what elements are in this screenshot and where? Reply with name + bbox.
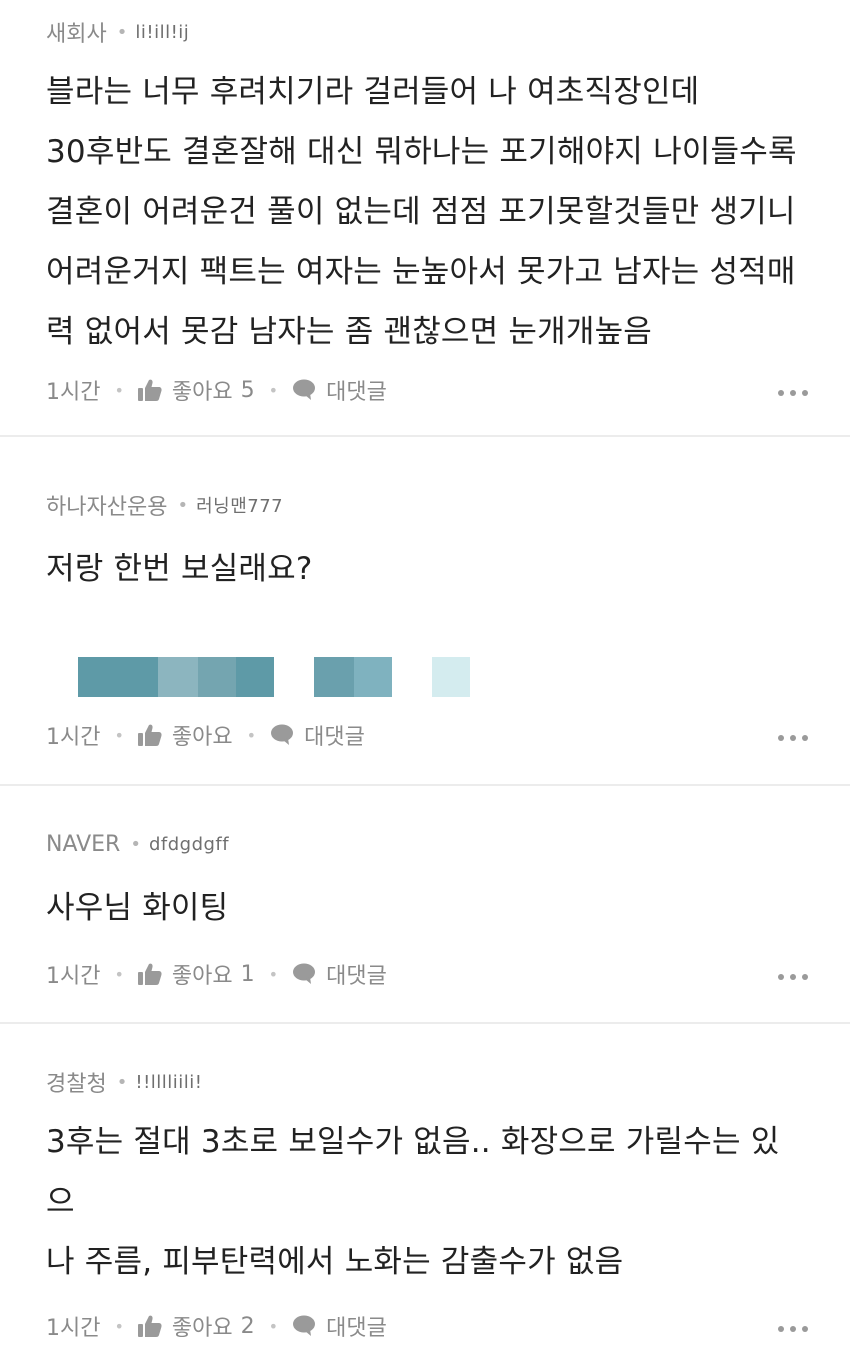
- comment-body: 사우님 화이팅: [46, 878, 808, 938]
- separator-dot: •: [114, 380, 124, 400]
- separator-dot: •: [246, 725, 257, 745]
- reply-button[interactable]: 대댓글: [292, 374, 387, 406]
- speech-bubble-icon: [293, 1315, 316, 1336]
- thumbs-up-icon: [137, 724, 162, 746]
- thumbs-up-icon: [137, 379, 162, 401]
- comment-item: 새회사 • li!ill!ij 블라는 너무 후려치기라 걸러들어 나 여초직장…: [0, 0, 850, 437]
- separator-dot: •: [116, 21, 128, 43]
- comment-meta: 하나자산운용 • 러닝맨777: [46, 487, 808, 523]
- like-button[interactable]: 좋아요 5: [137, 374, 255, 406]
- reply-button[interactable]: 대댓글: [292, 1310, 387, 1342]
- nickname[interactable]: !!lllliili!: [135, 1072, 202, 1093]
- separator-dot: •: [268, 964, 279, 984]
- comment-body: 블라는 너무 후려치기라 걸러들어 나 여초직장인데 30후반도 결혼잘해 대신…: [46, 62, 808, 362]
- reply-label: 대댓글: [326, 964, 387, 989]
- more-horizontal-icon[interactable]: [778, 1326, 808, 1332]
- comment-line: 블라는 너무 후려치기라 걸러들어 나 여초직장인데: [46, 74, 700, 110]
- comment-line: 결혼이 어려운건 풀이 없는데 점점 포기못할것들만 생기니: [46, 194, 796, 230]
- timestamp: 1시간: [46, 1316, 101, 1341]
- speech-bubble-icon: [293, 379, 316, 400]
- comment-line: 력 없어서 못감 남자는 좀 괜찮으면 눈개개높음: [46, 314, 653, 350]
- like-label: 좋아요: [171, 964, 233, 989]
- more-horizontal-icon[interactable]: [778, 390, 808, 396]
- reply-label: 대댓글: [304, 725, 365, 750]
- comment-line: 나 주름, 피부탄력에서 노화는 감출수가 없음: [46, 1244, 624, 1280]
- separator-dot: •: [177, 494, 189, 516]
- thumbs-up-icon: [137, 1315, 162, 1337]
- separator-dot: •: [116, 1071, 128, 1093]
- like-button[interactable]: 좋아요: [137, 719, 233, 751]
- company-name[interactable]: NAVER: [46, 832, 120, 857]
- separator-dot: •: [114, 1316, 124, 1336]
- company-name[interactable]: 경찰청: [46, 1066, 107, 1098]
- like-count: 5: [240, 377, 255, 403]
- reply-button[interactable]: 대댓글: [292, 958, 387, 990]
- comment-line: 3후는 절대 3초로 보일수가 없음.. 화장으로 가릴수는 있으: [46, 1124, 780, 1220]
- reply-label: 대댓글: [326, 380, 387, 405]
- separator-dot: •: [268, 380, 279, 400]
- company-name[interactable]: 하나자산운용: [46, 489, 167, 521]
- separator-dot: •: [114, 964, 124, 984]
- comment-line: 30후반도 결혼잘해 대신 뭐하나는 포기해야지 나이들수록: [46, 134, 797, 170]
- reply-label: 대댓글: [326, 1316, 387, 1341]
- like-count: 2: [240, 1313, 255, 1339]
- comment-item: 경찰청 • !!lllliili! 3후는 절대 3초로 보일수가 없음.. 화…: [0, 1024, 850, 1341]
- company-name[interactable]: 새회사: [46, 16, 107, 48]
- like-button[interactable]: 좋아요 1: [137, 958, 255, 990]
- speech-bubble-icon: [293, 963, 316, 984]
- speech-bubble-icon: [271, 724, 294, 745]
- comment-line: 저랑 한번 보실래요?: [46, 551, 313, 587]
- comment-line: 사우님 화이팅: [46, 890, 229, 926]
- timestamp: 1시간: [46, 964, 101, 989]
- separator-dot: •: [268, 1316, 279, 1336]
- comment-actions: 1시간 • 좋아요 1 • 대댓글: [46, 954, 808, 994]
- like-label: 좋아요: [171, 725, 233, 750]
- nickname[interactable]: 러닝맨777: [196, 492, 283, 518]
- separator-dot: •: [114, 725, 124, 745]
- blurred-content: [78, 657, 808, 697]
- more-horizontal-icon[interactable]: [778, 735, 808, 741]
- comment-meta: 경찰청 • !!lllliili!: [46, 1064, 808, 1100]
- like-button[interactable]: 좋아요 2: [137, 1310, 255, 1342]
- separator-dot: •: [130, 833, 141, 855]
- like-label: 좋아요: [171, 380, 233, 405]
- more-horizontal-icon[interactable]: [778, 974, 808, 980]
- comment-body: 저랑 한번 보실래요?: [46, 539, 808, 599]
- nickname[interactable]: dfdgdgff: [149, 834, 229, 855]
- comment-actions: 1시간 • 좋아요 5 • 대댓글: [46, 370, 808, 410]
- comment-body: 3후는 절대 3초로 보일수가 없음.. 화장으로 가릴수는 있으 나 주름, …: [46, 1112, 808, 1292]
- comment-meta: 새회사 • li!ill!ij: [46, 14, 808, 50]
- comment-meta: NAVER • dfdgdgff: [46, 826, 808, 862]
- comment-actions: 1시간 • 좋아요 • 대댓글: [46, 715, 808, 755]
- timestamp: 1시간: [46, 380, 101, 405]
- comment-line: 어려운거지 팩트는 여자는 눈높아서 못가고 남자는 성적매: [46, 254, 796, 290]
- nickname[interactable]: li!ill!ij: [135, 22, 189, 43]
- reply-button[interactable]: 대댓글: [270, 719, 365, 751]
- thumbs-up-icon: [137, 963, 162, 985]
- comment-item: NAVER • dfdgdgff 사우님 화이팅 1시간 • 좋아요 1 • 대…: [0, 786, 850, 1024]
- like-count: 1: [240, 961, 255, 987]
- comment-actions: 1시간 • 좋아요 2 • 대댓글: [46, 1306, 808, 1346]
- timestamp: 1시간: [46, 725, 101, 750]
- comment-item: 하나자산운용 • 러닝맨777 저랑 한번 보실래요? 1시간 • 좋아요 •: [0, 437, 850, 786]
- like-label: 좋아요: [171, 1316, 233, 1341]
